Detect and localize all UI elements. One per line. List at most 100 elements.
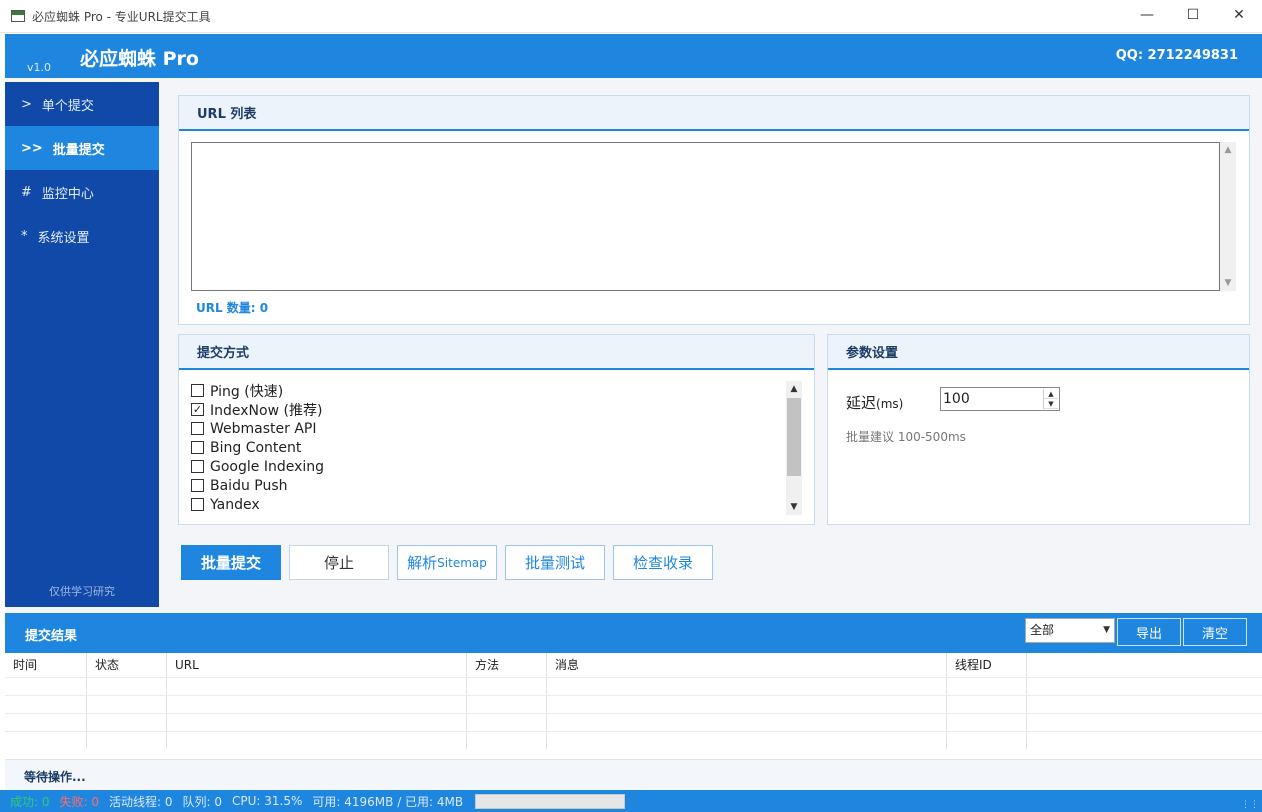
memory-usage: 可用: 4196MB / 已用: 4MB [312,794,464,809]
method-webmaster-api[interactable]: Webmaster API [191,419,787,438]
table-header: 时间 状态 URL 方法 消息 线程ID [5,653,1262,677]
checkbox[interactable] [191,479,204,492]
batch-submit-button[interactable]: 批量提交 [181,545,281,580]
maximize-button[interactable]: ☐ [1170,0,1216,30]
method-label: Webmaster API [210,420,317,437]
status-strip: 等待操作... [5,760,1262,790]
app-icon [11,10,25,22]
cpu-usage: CPU: 31.5% [232,794,303,808]
sidebar-item-settings[interactable]: * 系统设置 [5,214,159,258]
checkbox[interactable] [191,422,204,435]
column-header[interactable]: 消息 [547,653,947,677]
nav-mark: > [21,96,32,112]
stop-button[interactable]: 停止 [289,545,389,580]
export-button[interactable]: 导出 [1117,618,1181,646]
window-title: 必应蜘蛛 Pro - 专业URL提交工具 [32,9,211,24]
delay-hint: 批量建议 100-500ms [846,430,966,444]
method-label: Google Indexing [210,458,325,475]
params-panel: 参数设置 延迟(ms) 100 ▲ ▼ 批量建议 100-500ms [827,334,1250,525]
window-titlebar: 必应蜘蛛 Pro - 专业URL提交工具 — ☐ ✕ [0,0,1262,33]
fail-count: 失败: 0 [59,794,100,809]
url-list-panel: URL 列表 ▲ ▼ URL 数量: 0 [178,95,1250,325]
nav-mark: # [21,184,32,200]
nav-mark: * [21,228,28,244]
resize-grip-icon[interactable]: ⋮⋮ [1241,800,1259,810]
column-header[interactable]: 线程ID [947,653,1027,677]
table-row[interactable] [5,731,1262,749]
url-textarea[interactable] [191,142,1220,291]
parse-sitemap-button[interactable]: 解析 Sitemap [397,545,497,580]
checkbox[interactable] [191,460,204,473]
method-label: Baidu Push [210,477,288,494]
table-row[interactable] [5,695,1262,713]
filter-value: 全部 [1030,623,1055,637]
sidebar-item-batch-submit[interactable]: >> 批量提交 [5,126,159,170]
method-label: Bing Content [210,439,302,456]
delay-input[interactable]: 100 ▲ ▼ [940,387,1060,411]
results-header: 提交结果 全部 ▼ 导出 清空 [5,613,1262,653]
results-table: 时间 状态 URL 方法 消息 线程ID [5,653,1262,760]
close-button[interactable]: ✕ [1216,0,1262,30]
success-count: 成功: 0 [10,794,50,809]
url-scrollbar[interactable]: ▲ ▼ [1220,142,1236,291]
sidebar-footer: 仅供学习研究 [49,585,115,598]
column-header[interactable]: 方法 [467,653,547,677]
method-google-indexing[interactable]: Google Indexing [191,457,787,476]
results-filter-select[interactable]: 全部 ▼ [1025,618,1115,643]
column-header-filler [1027,653,1262,677]
checkbox-checked[interactable]: ✓ [191,403,204,416]
spin-up-icon[interactable]: ▲ [1044,389,1058,399]
minimize-button[interactable]: — [1124,0,1170,30]
method-list: Ping (快速) ✓ IndexNow (推荐) Webmaster API B… [191,381,787,515]
spin-down-icon[interactable]: ▼ [1044,399,1058,409]
column-header[interactable]: 时间 [5,653,87,677]
checkbox[interactable] [191,498,204,511]
delay-label-text: 延迟 [846,394,877,412]
method-baidu-push[interactable]: Baidu Push [191,476,787,495]
table-row[interactable] [5,713,1262,731]
column-header[interactable]: 状态 [87,653,167,677]
method-bing-content[interactable]: Bing Content [191,438,787,457]
check-index-button[interactable]: 检查收录 [613,545,713,580]
method-ping[interactable]: Ping (快速) [191,381,787,400]
batch-test-button[interactable]: 批量测试 [505,545,605,580]
results-title: 提交结果 [25,629,78,644]
sidebar-item-label: 批量提交 [52,142,105,158]
delay-value: 100 [943,391,970,407]
chevron-down-icon: ▼ [1103,625,1110,635]
checkbox[interactable] [191,384,204,397]
method-scrollbar[interactable]: ▲ ▼ [786,381,802,515]
sidebar-item-label: 单个提交 [41,98,94,114]
app-header: v1.0 必应蜘蛛 Pro QQ: 2712249831 [5,34,1262,78]
version-label: v1.0 [27,61,52,74]
sidebar-item-label: 系统设置 [37,230,90,246]
method-indexnow[interactable]: ✓ IndexNow (推荐) [191,400,787,419]
delay-label: 延迟(ms) [846,392,903,413]
status-message: 等待操作... [24,770,86,784]
clear-button[interactable]: 清空 [1183,618,1247,646]
scroll-up-icon[interactable]: ▲ [786,381,802,397]
checkbox[interactable] [191,441,204,454]
sidebar-item-single-submit[interactable]: > 单个提交 [5,82,159,126]
app-name: 必应蜘蛛 Pro [80,48,199,70]
column-header[interactable]: URL [167,653,467,677]
method-label: IndexNow (推荐) [210,402,323,419]
delay-unit: (ms) [876,397,904,411]
scroll-up-icon[interactable]: ▲ [1220,142,1236,158]
parse-suffix: Sitemap [437,555,487,570]
window-controls: — ☐ ✕ [1124,0,1262,33]
active-threads: 活动线程: 0 [109,794,173,809]
method-yandex[interactable]: Yandex [191,495,787,514]
nav-mark: >> [21,140,43,156]
params-title: 参数设置 [828,335,1249,370]
method-label: Ping (快速) [210,383,284,400]
delay-spinner[interactable]: ▲ ▼ [1043,389,1058,409]
scroll-down-icon[interactable]: ▼ [1220,275,1236,291]
parse-prefix: 解析 [407,554,438,572]
scroll-thumb[interactable] [787,398,801,476]
url-list-title: URL 列表 [179,96,1249,131]
table-row[interactable] [5,677,1262,695]
sidebar-item-monitor[interactable]: # 监控中心 [5,170,159,214]
scroll-down-icon[interactable]: ▼ [786,499,802,515]
url-count: URL 数量: 0 [196,301,269,315]
